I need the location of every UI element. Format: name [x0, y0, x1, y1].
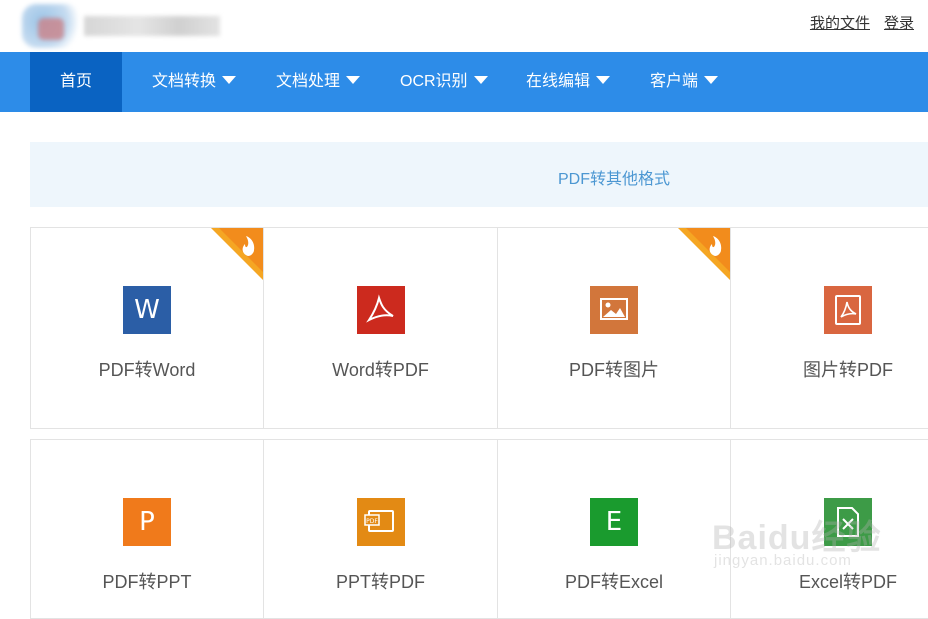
- image-icon: [590, 286, 638, 334]
- nav-item-client[interactable]: 客户端: [650, 52, 719, 112]
- excel-pdf-icon: [824, 498, 872, 546]
- nav-item-online-edit[interactable]: 在线编辑: [526, 52, 611, 112]
- nav-item-label: 在线编辑: [526, 73, 591, 90]
- nav-item-label: 文档转换: [152, 73, 217, 90]
- tile-pdf-to-excel[interactable]: E PDF转Excel: [497, 439, 731, 619]
- tile-label: PDF转Word: [98, 360, 196, 380]
- tile-label: PDF转Excel: [564, 572, 663, 592]
- word-icon: W: [123, 286, 171, 334]
- caret-down-icon: [473, 75, 488, 84]
- nav-item-label: OCR识别: [400, 73, 468, 90]
- caret-down-icon: [596, 75, 611, 84]
- hot-fire-icon: [211, 228, 263, 280]
- nav-item-doc-convert[interactable]: 文档转换: [152, 52, 237, 112]
- caret-down-icon: [222, 75, 237, 84]
- tile-label: Excel转PDF: [798, 572, 897, 592]
- nav-item-label: 客户端: [650, 73, 699, 90]
- tile-image-to-pdf[interactable]: 图片转PDF: [730, 227, 928, 429]
- caret-down-icon: [704, 75, 719, 84]
- tile-pdf-to-ppt[interactable]: P PDF转PPT: [30, 439, 264, 619]
- tile-word-to-pdf[interactable]: Word转PDF: [263, 227, 498, 429]
- user-links: 我的文件 登录: [796, 12, 914, 33]
- tile-label: Word转PDF: [332, 360, 429, 380]
- excel-icon: E: [590, 498, 638, 546]
- section-banner: PDF转其他格式: [30, 142, 928, 207]
- tile-excel-to-pdf[interactable]: Excel转PDF: [730, 439, 928, 619]
- ppt-pdf-icon: PDF: [356, 498, 405, 546]
- svg-text:PDF: PDF: [366, 518, 378, 525]
- hot-fire-icon: [678, 228, 730, 280]
- tile-pdf-to-image[interactable]: PDF转图片: [497, 227, 731, 429]
- tile-label: PDF转图片: [569, 360, 659, 380]
- header: 我的文件 登录: [0, 0, 928, 52]
- tile-pdf-to-word[interactable]: W PDF转Word: [30, 227, 264, 429]
- tile-label: PDF转PPT: [102, 572, 192, 592]
- nav-item-label: 首页: [59, 73, 92, 90]
- nav-item-ocr[interactable]: OCR识别: [400, 52, 488, 112]
- pdf-icon: [356, 286, 405, 334]
- tile-ppt-to-pdf[interactable]: PDF PPT转PDF: [263, 439, 498, 619]
- tile-label: PPT转PDF: [335, 572, 425, 592]
- pdf-icon: [824, 286, 872, 334]
- caret-down-icon: [346, 75, 361, 84]
- tile-label: 图片转PDF: [803, 360, 893, 380]
- login-link[interactable]: 登录: [884, 15, 914, 32]
- site-logo[interactable]: [22, 4, 222, 48]
- ppt-icon: P: [123, 498, 171, 546]
- section-title: PDF转其他格式: [557, 171, 670, 188]
- nav-item-label: 文档处理: [276, 73, 341, 90]
- my-files-link[interactable]: 我的文件: [810, 15, 870, 32]
- main-nav: 首页 文档转换 文档处理 OCR识别 在线编辑 客户端: [0, 52, 928, 112]
- nav-item-doc-process[interactable]: 文档处理: [276, 52, 361, 112]
- nav-item-home[interactable]: 首页: [30, 52, 122, 112]
